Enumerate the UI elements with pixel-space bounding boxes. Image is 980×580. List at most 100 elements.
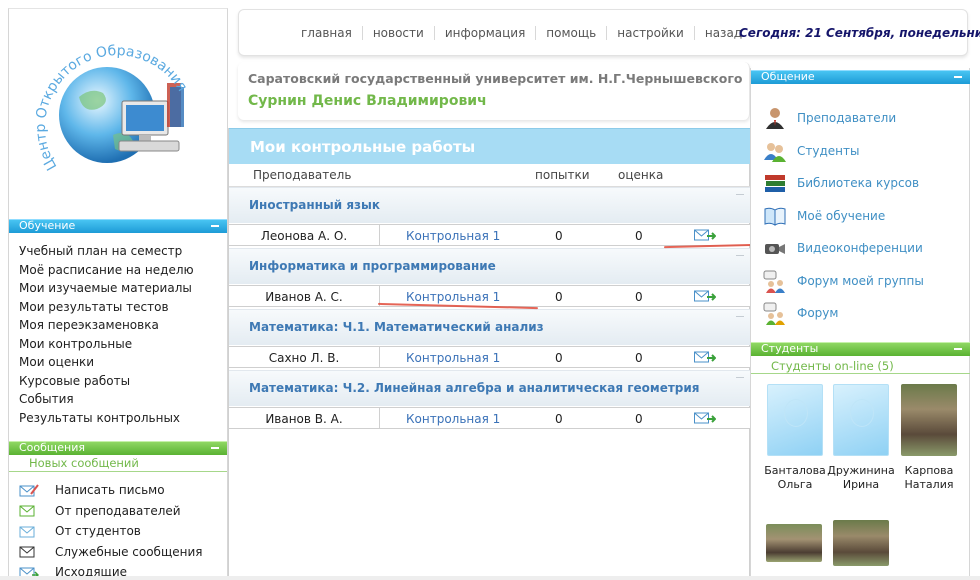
student-card[interactable] (830, 520, 892, 574)
course-library-link[interactable]: Библиотека курсов (763, 167, 924, 200)
course-name: Иностранный язык (249, 198, 381, 212)
student-card[interactable]: Карпова Наталия (894, 384, 964, 492)
open-book-icon (764, 207, 786, 226)
no-photo-avatar (767, 384, 823, 456)
compose-icon (19, 484, 39, 497)
grade-value: 0 (635, 290, 643, 304)
send-mail-icon[interactable] (694, 290, 716, 303)
study-item[interactable]: События (19, 390, 194, 409)
minimize-icon[interactable] (954, 348, 962, 350)
collapse-icon[interactable] (736, 194, 744, 195)
logo-globe-computer-icon[interactable]: Центр Открытого Образования (27, 17, 207, 197)
students-panel-header[interactable]: Студенты (751, 342, 970, 356)
study-item[interactable]: Моя переэкзаменовка (19, 316, 194, 335)
students-panel-title: Студенты (761, 342, 819, 355)
study-item[interactable]: Мои результаты тестов (19, 298, 194, 317)
nav-settings-link[interactable]: настройки (606, 26, 694, 40)
no-photo-avatar (833, 384, 889, 456)
test-link[interactable]: Контрольная 1 (406, 229, 500, 243)
mail-gray-icon (19, 546, 35, 558)
my-learning-label: Моё обучение (797, 208, 886, 223)
study-item[interactable]: Курсовые работы (19, 372, 194, 391)
student-name: Карпова Наталия (904, 464, 954, 491)
students-online-label[interactable]: Студенты on-line (5) (771, 359, 894, 373)
teacher-icon (766, 108, 784, 130)
user-info-box: Саратовский государственный университет … (238, 62, 750, 120)
nav-info-link[interactable]: информация (433, 26, 535, 40)
collapse-icon[interactable] (736, 255, 744, 256)
study-item[interactable]: Учебный план на семестр (19, 242, 194, 261)
student-photo (833, 520, 889, 566)
my-learning-link[interactable]: Моё обучение (763, 200, 924, 233)
communication-panel-header[interactable]: Общение (751, 70, 970, 84)
from-teachers-item[interactable]: От преподавателей (19, 501, 203, 522)
student-name: Дружинина Ирина (827, 464, 895, 491)
main-title-bar: Мои контрольные работы (229, 128, 750, 164)
send-mail-icon[interactable] (694, 229, 716, 242)
nav-home-link[interactable]: главная (291, 26, 362, 40)
new-messages-label[interactable]: Новых сообщений (29, 456, 139, 470)
minimize-icon[interactable] (954, 76, 962, 78)
grade-value: 0 (635, 351, 643, 365)
new-messages-line: Новых сообщений (9, 456, 227, 472)
teacher-name: Леонова А. О. (260, 229, 348, 243)
students-link[interactable]: Студенты (763, 135, 924, 168)
student-card[interactable] (763, 524, 825, 570)
course-name: Математика: Ч.2. Линейная алгебра и анал… (249, 381, 700, 395)
write-letter-item[interactable]: Написать письмо (19, 480, 203, 501)
messages-menu: Написать письмо От преподавателей От сту… (19, 480, 203, 580)
teacher-name: Иванов А. С. (265, 290, 343, 304)
collapse-icon[interactable] (736, 377, 744, 378)
test-link[interactable]: Контрольная 1 (406, 351, 500, 365)
group-forum-icon (763, 270, 785, 293)
study-item[interactable]: Мои оценки (19, 353, 194, 372)
student-photo (766, 524, 822, 562)
messages-panel-header[interactable]: Сообщения (9, 441, 227, 455)
video-conference-link[interactable]: Видеоконференции (763, 232, 924, 265)
column-divider (379, 347, 380, 367)
study-item[interactable]: Моё расписание на неделю (19, 261, 194, 280)
collapse-icon[interactable] (736, 316, 744, 317)
student-card[interactable]: Дружинина Ирина (826, 384, 896, 492)
study-item[interactable]: Результаты контрольных (19, 409, 194, 428)
attempts-value: 0 (555, 351, 563, 365)
course-header: Математика: Ч.2. Линейная алгебра и анал… (229, 370, 750, 406)
grade-value: 0 (635, 412, 643, 426)
table-header: Преподаватель попытки оценка (229, 165, 750, 187)
send-mail-icon[interactable] (694, 351, 716, 364)
grade-value: 0 (635, 229, 643, 243)
student-card[interactable]: Банталова Ольга (760, 384, 830, 492)
main-content: Мои контрольные работы Преподаватель поп… (228, 128, 750, 580)
service-messages-item[interactable]: Служебные сообщения (19, 542, 203, 563)
attempts-value: 0 (555, 229, 563, 243)
student-name: Банталова Ольга (764, 464, 826, 491)
send-mail-icon[interactable] (694, 412, 716, 425)
table-row: Сахно Л. В. Контрольная 1 0 0 (229, 346, 750, 368)
minimize-icon[interactable] (211, 447, 219, 449)
teacher-name: Сахно Л. В. (268, 351, 340, 365)
column-divider (379, 225, 380, 245)
page-title: Мои контрольные работы (250, 138, 476, 156)
test-link[interactable]: Контрольная 1 (406, 290, 500, 304)
attempts-value: 0 (555, 412, 563, 426)
study-item[interactable]: Мои контрольные (19, 335, 194, 354)
nav-help-link[interactable]: помощь (535, 26, 606, 40)
left-sidebar: Центр Открытого Образования Обучение Уче… (8, 8, 228, 580)
table-row: Иванов В. А. Контрольная 1 0 0 (229, 407, 750, 429)
study-menu: Учебный план на семестр Моё расписание н… (19, 242, 194, 427)
study-item[interactable]: Мои изучаемые материалы (19, 279, 194, 298)
from-students-item[interactable]: От студентов (19, 521, 203, 542)
teacher-name: Иванов В. А. (265, 412, 343, 426)
group-forum-link[interactable]: Форум моей группы (763, 265, 924, 298)
messages-panel-title: Сообщения (19, 441, 86, 454)
video-conference-label: Видеоконференции (797, 241, 923, 256)
forum-link[interactable]: Форум (763, 297, 924, 330)
write-letter-label: Написать письмо (55, 483, 165, 497)
forum-icon (763, 302, 785, 326)
minimize-icon[interactable] (211, 225, 219, 227)
study-panel-header[interactable]: Обучение (9, 219, 227, 233)
nav-news-link[interactable]: новости (361, 26, 434, 40)
test-link[interactable]: Контрольная 1 (406, 412, 500, 426)
course-header: Математика: Ч.1. Математический анализ (229, 309, 750, 345)
teachers-link[interactable]: Преподаватели (763, 102, 924, 135)
